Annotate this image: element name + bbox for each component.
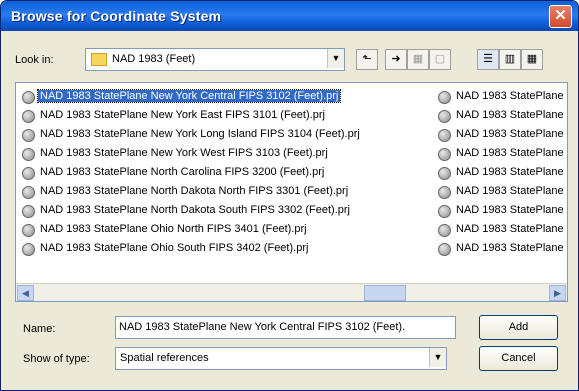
globe-icon: [438, 91, 451, 104]
globe-icon: [22, 148, 35, 161]
lookin-label: Look in:: [15, 54, 54, 66]
add-button[interactable]: Add: [479, 315, 558, 340]
new-folder-icon: ▢: [434, 53, 446, 65]
file-column-2: NAD 1983 StatePlane NAD 1983 StatePlane …: [436, 87, 566, 258]
list-item[interactable]: NAD 1983 StatePlane New York East FIPS 3…: [20, 106, 362, 125]
connect-folder-icon: ➜: [391, 53, 401, 65]
up-folder-icon: ⬑: [362, 53, 372, 65]
globe-icon: [22, 224, 35, 237]
connect-folder-button[interactable]: ➜: [385, 49, 407, 70]
globe-icon: [438, 129, 451, 142]
disconnect-folder-button[interactable]: ▦: [407, 49, 429, 70]
list-item[interactable]: NAD 1983 StatePlane: [436, 239, 566, 258]
globe-icon: [438, 110, 451, 123]
lookin-value: NAD 1983 (Feet): [112, 53, 196, 65]
list-item[interactable]: NAD 1983 StatePlane: [436, 125, 566, 144]
type-value: Spatial references: [120, 352, 209, 364]
list-item[interactable]: NAD 1983 StatePlane: [436, 220, 566, 239]
browse-dialog: Browse for Coordinate System ✕ Look in: …: [0, 0, 579, 391]
globe-icon: [22, 110, 35, 123]
list-item[interactable]: NAD 1983 StatePlane: [436, 144, 566, 163]
details-view-button[interactable]: ▥: [499, 49, 521, 70]
type-label: Show of type:: [23, 353, 90, 365]
horizontal-scrollbar[interactable]: ◀ ▶: [16, 283, 567, 301]
disconnect-folder-icon: ▦: [412, 53, 424, 65]
lookin-dropdown[interactable]: NAD 1983 (Feet) ▼: [85, 48, 345, 71]
type-dropdown[interactable]: Spatial references ▼: [115, 347, 447, 370]
globe-icon: [22, 186, 35, 199]
globe-icon: [438, 205, 451, 218]
list-item[interactable]: NAD 1983 StatePlane New York West FIPS 3…: [20, 144, 362, 163]
list-item[interactable]: NAD 1983 StatePlane North Dakota South F…: [20, 201, 362, 220]
close-button[interactable]: ✕: [549, 5, 572, 28]
globe-icon: [22, 167, 35, 180]
cancel-button[interactable]: Cancel: [479, 346, 558, 371]
globe-icon: [438, 224, 451, 237]
close-icon: ✕: [554, 7, 567, 24]
chevron-down-icon[interactable]: ▼: [429, 348, 446, 367]
globe-icon: [438, 167, 451, 180]
globe-icon: [438, 186, 451, 199]
chevron-down-icon[interactable]: ▼: [327, 49, 344, 68]
list-item[interactable]: NAD 1983 StatePlane: [436, 163, 566, 182]
chevron-left-icon[interactable]: ◀: [17, 285, 34, 301]
list-view-button[interactable]: ☰: [477, 49, 499, 70]
list-item[interactable]: NAD 1983 StatePlane: [436, 182, 566, 201]
up-folder-button[interactable]: ⬑: [356, 49, 378, 70]
list-item[interactable]: NAD 1983 StatePlane North Dakota North F…: [20, 182, 362, 201]
list-item[interactable]: NAD 1983 StatePlane: [436, 201, 566, 220]
globe-icon: [22, 205, 35, 218]
file-list[interactable]: NAD 1983 StatePlane New York Central FIP…: [15, 82, 568, 302]
globe-icon: [22, 91, 35, 104]
chevron-right-icon[interactable]: ▶: [549, 285, 566, 301]
scroll-thumb[interactable]: [364, 285, 406, 301]
list-item[interactable]: NAD 1983 StatePlane New York Long Island…: [20, 125, 362, 144]
list-item[interactable]: NAD 1983 StatePlane North Carolina FIPS …: [20, 163, 362, 182]
details-view-icon: ▥: [504, 53, 516, 65]
name-field[interactable]: NAD 1983 StatePlane New York Central FIP…: [115, 316, 456, 339]
globe-icon: [22, 243, 35, 256]
list-item[interactable]: NAD 1983 StatePlane: [436, 106, 566, 125]
new-folder-button[interactable]: ▢: [429, 49, 451, 70]
list-item[interactable]: NAD 1983 StatePlane New York Central FIP…: [20, 87, 362, 106]
list-view-icon: ☰: [483, 53, 493, 65]
title-bar[interactable]: Browse for Coordinate System ✕: [1, 1, 578, 31]
globe-icon: [438, 148, 451, 161]
thumbnails-view-button[interactable]: ▦: [521, 49, 543, 70]
name-label: Name:: [23, 323, 56, 335]
list-item[interactable]: NAD 1983 StatePlane Ohio South FIPS 3402…: [20, 239, 362, 258]
folder-icon: [91, 53, 107, 66]
list-item[interactable]: NAD 1983 StatePlane: [436, 87, 566, 106]
globe-icon: [438, 243, 451, 256]
globe-icon: [22, 129, 35, 142]
list-item[interactable]: NAD 1983 StatePlane Ohio North FIPS 3401…: [20, 220, 362, 239]
file-column-1: NAD 1983 StatePlane New York Central FIP…: [20, 87, 362, 258]
thumbnails-view-icon: ▦: [526, 53, 538, 65]
dialog-title: Browse for Coordinate System: [11, 8, 222, 24]
